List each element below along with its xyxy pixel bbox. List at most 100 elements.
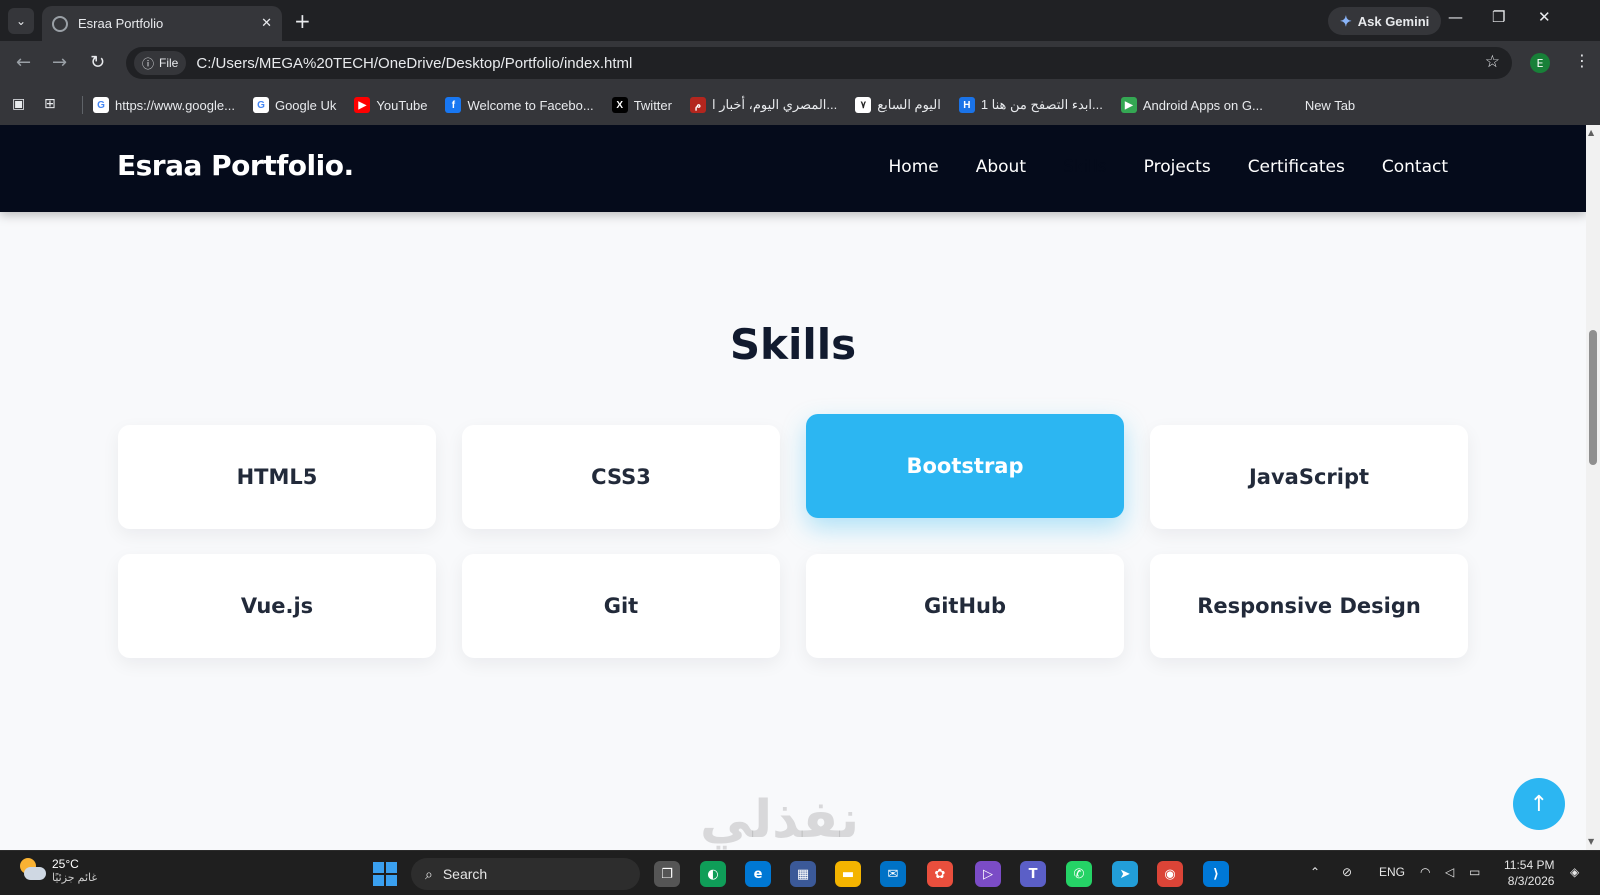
taskbar-search[interactable]: ⌕ Search bbox=[411, 858, 640, 890]
google-icon: G bbox=[93, 97, 109, 113]
browser-tabbar: ⌄ Esraa Portfolio ✕ + ✦ Ask Gemini — ❐ ✕ bbox=[0, 0, 1600, 41]
nav-link-contact[interactable]: Contact bbox=[1382, 157, 1448, 177]
minimize-button[interactable]: — bbox=[1448, 8, 1463, 26]
battery-icon[interactable]: ▭ bbox=[1469, 865, 1480, 879]
store-icon[interactable]: ▦ bbox=[790, 861, 816, 887]
restore-button[interactable]: ❐ bbox=[1492, 8, 1505, 26]
bookmark-item[interactable]: New Tab bbox=[1305, 98, 1355, 113]
browser-menu-icon[interactable]: ⋮ bbox=[1574, 51, 1590, 70]
site-navbar: Esraa Portfolio. Home About Skills Proje… bbox=[0, 125, 1586, 212]
chevron-up-icon[interactable]: ⌃ bbox=[1310, 865, 1320, 879]
scroll-down-icon[interactable]: ▼ bbox=[1588, 837, 1594, 846]
bookmarks-divider bbox=[82, 96, 83, 114]
bookmark-item[interactable]: ▶ YouTube bbox=[354, 97, 427, 113]
network-off-icon[interactable]: ⊘ bbox=[1342, 865, 1352, 879]
task-view-icon[interactable]: ❐ bbox=[654, 861, 680, 887]
x-icon: X bbox=[611, 97, 628, 113]
photos-icon[interactable]: ✿ bbox=[927, 861, 953, 887]
search-icon: ⌕ bbox=[425, 865, 433, 882]
play-icon: ▶ bbox=[1120, 97, 1137, 113]
browser-tab[interactable]: Esraa Portfolio ✕ bbox=[42, 6, 282, 41]
volume-icon[interactable]: ◁ bbox=[1445, 865, 1454, 879]
language-indicator[interactable]: ENG bbox=[1379, 865, 1405, 879]
weather-temperature: 25°C bbox=[52, 856, 79, 871]
taskbar-search-label: Search bbox=[442, 866, 488, 882]
skill-card-javascript[interactable]: JavaScript bbox=[1150, 425, 1468, 529]
forward-icon[interactable]: → bbox=[52, 52, 67, 73]
profile-avatar[interactable]: E bbox=[1530, 53, 1550, 73]
site-brand[interactable]: Esraa Portfolio. bbox=[117, 149, 354, 182]
nav-link-home[interactable]: Home bbox=[889, 157, 939, 177]
close-window-button[interactable]: ✕ bbox=[1538, 8, 1551, 26]
weather-widget[interactable]: 25°C غائم جزئيًا bbox=[18, 856, 97, 884]
bookmark-item[interactable]: f Welcome to Facebo... bbox=[445, 97, 594, 113]
teams-icon[interactable]: T bbox=[1020, 861, 1046, 887]
system-clock[interactable]: 11:54 PM 8/3/2026 bbox=[1504, 857, 1554, 889]
site-info-chip[interactable]: ⓘ File bbox=[134, 51, 187, 75]
skill-card-vuejs[interactable]: Vue.js bbox=[118, 554, 436, 658]
bookmarks-bar: ▣ ⊞ Ghttps://www.google... G Google Uk ▶ Y… bbox=[0, 85, 1600, 125]
chrome-icon[interactable]: ◉ bbox=[1157, 861, 1183, 887]
wifi-icon[interactable]: ◠ bbox=[1420, 865, 1430, 879]
vscode-icon[interactable]: ⟩ bbox=[1203, 861, 1229, 887]
notification-icon[interactable]: ◈ bbox=[1570, 865, 1579, 879]
facebook-icon: f bbox=[445, 97, 462, 113]
back-to-top-button[interactable]: ↑ bbox=[1513, 778, 1565, 830]
sidebar-icon[interactable]: ▣ bbox=[12, 96, 30, 114]
bookmark-item[interactable]: م المصري اليوم، أخبار ا... bbox=[689, 97, 837, 113]
bookmark-star-icon[interactable]: ☆ bbox=[1485, 52, 1500, 72]
whatsapp-icon[interactable]: ✆ bbox=[1066, 861, 1092, 887]
bookmark-item[interactable]: X Twitter bbox=[611, 97, 672, 113]
skill-card-html5[interactable]: HTML5 bbox=[118, 425, 436, 529]
telegram-icon[interactable]: ➤ bbox=[1112, 861, 1138, 887]
tab-search-button[interactable]: ⌄ bbox=[8, 8, 34, 34]
h-icon: H bbox=[958, 97, 975, 113]
clock-time: 11:54 PM bbox=[1504, 858, 1555, 872]
nav-link-projects[interactable]: Projects bbox=[1144, 157, 1211, 177]
almasry-icon: م bbox=[689, 97, 706, 113]
address-toolbar: ← → ↻ ⓘ File C:/Users/MEGA%20TECH/OneDri… bbox=[0, 41, 1600, 85]
windows-taskbar: 25°C غائم جزئيًا ⌕ Search ❐ ◐ e ▦ ▬ ✉ ✿ … bbox=[0, 850, 1600, 895]
weather-condition: غائم جزئيًا bbox=[52, 871, 98, 884]
weather-icon bbox=[18, 856, 46, 884]
scroll-up-icon[interactable]: ▲ bbox=[1588, 128, 1594, 137]
visual-studio-icon[interactable]: ▷ bbox=[975, 861, 1001, 887]
info-icon: ⓘ bbox=[142, 56, 155, 71]
skill-card-bootstrap[interactable]: Bootstrap bbox=[806, 414, 1124, 518]
file-chip-label: File bbox=[159, 56, 179, 70]
site-nav-links: Home About Skills Projects Certificates … bbox=[889, 157, 1448, 177]
nav-link-skills[interactable]: Skills bbox=[1063, 157, 1107, 177]
youtube-icon: ▶ bbox=[354, 97, 371, 113]
mail-icon[interactable]: ✉ bbox=[880, 861, 906, 887]
bookmark-item[interactable]: ▶ Android Apps on G... bbox=[1120, 97, 1263, 113]
copilot-icon[interactable]: ◐ bbox=[700, 861, 726, 887]
file-explorer-icon[interactable]: ▬ bbox=[835, 861, 861, 887]
bookmark-item[interactable]: Ghttps://www.google... bbox=[93, 97, 235, 113]
youm7-icon: ٧ bbox=[855, 97, 872, 113]
close-tab-icon[interactable]: ✕ bbox=[261, 16, 272, 31]
bookmark-item[interactable]: G Google Uk bbox=[252, 97, 336, 113]
start-button[interactable] bbox=[373, 862, 397, 886]
scrollbar-thumb[interactable] bbox=[1589, 330, 1597, 465]
bookmark-item[interactable]: ٧ اليوم السابع bbox=[855, 97, 941, 113]
omnibox[interactable]: ⓘ File C:/Users/MEGA%20TECH/OneDrive/Des… bbox=[126, 47, 1512, 79]
url-text[interactable]: C:/Users/MEGA%20TECH/OneDrive/Desktop/Po… bbox=[196, 55, 632, 72]
bookmark-item[interactable]: H ابدء التصفح من هنا 1... bbox=[958, 97, 1103, 113]
edge-icon[interactable]: e bbox=[745, 861, 771, 887]
globe-icon bbox=[52, 15, 68, 32]
page-scrollbar[interactable]: ▲ ▼ bbox=[1586, 125, 1600, 850]
skill-card-github[interactable]: GitHub bbox=[806, 554, 1124, 658]
new-tab-button[interactable]: + bbox=[294, 9, 311, 33]
reload-icon[interactable]: ↻ bbox=[90, 52, 105, 73]
nav-link-about[interactable]: About bbox=[976, 157, 1026, 177]
nav-link-certificates[interactable]: Certificates bbox=[1248, 157, 1345, 177]
skill-card-git[interactable]: Git bbox=[462, 554, 780, 658]
watermark: نفذلي bbox=[700, 790, 860, 850]
ask-gemini-button[interactable]: ✦ Ask Gemini bbox=[1328, 7, 1442, 35]
google-icon: G bbox=[252, 97, 269, 113]
back-icon[interactable]: ← bbox=[16, 52, 31, 73]
skill-card-css3[interactable]: CSS3 bbox=[462, 425, 780, 529]
skill-card-responsive-design[interactable]: Responsive Design bbox=[1150, 554, 1468, 658]
ask-gemini-label: Ask Gemini bbox=[1357, 13, 1430, 29]
apps-grid-icon[interactable]: ⊞ bbox=[44, 96, 62, 114]
